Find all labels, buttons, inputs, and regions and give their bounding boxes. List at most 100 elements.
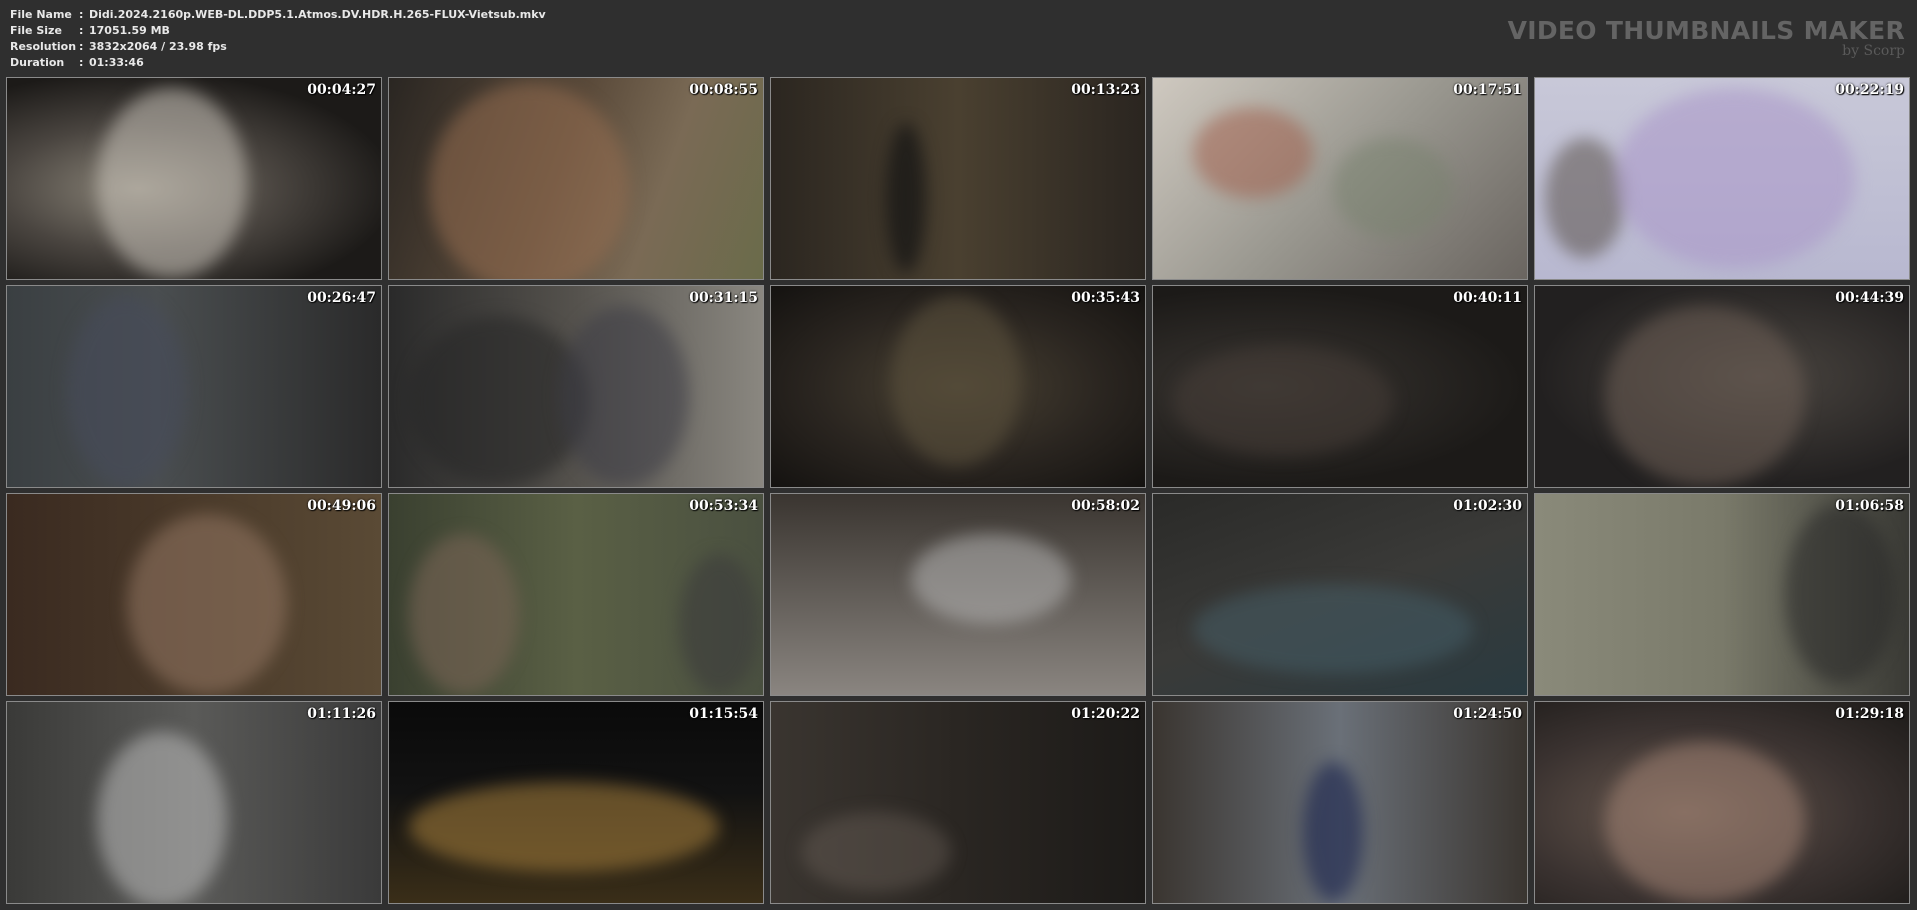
separator: : [79,24,84,37]
thumbnail-image [771,702,1145,903]
timestamp: 01:06:58 [1835,498,1904,514]
scene-shape [67,296,187,486]
scene-shape [97,732,227,903]
thumbnail-image [7,78,381,279]
thumbnail-image [1535,78,1909,279]
duration-row: Duration : 01:33:46 [10,55,546,71]
timestamp: 00:08:55 [689,82,758,98]
scene-shape [1333,138,1453,238]
separator: : [79,8,84,21]
thumbnail: 00:04:27 [6,77,382,280]
thumbnail: 00:08:55 [388,77,764,280]
thumbnail-image [1153,78,1527,279]
scene-shape [127,514,287,694]
thumbnail-image [389,494,763,695]
timestamp: 01:29:18 [1835,706,1904,722]
scene-shape [886,123,926,273]
thumbnail-image [7,494,381,695]
scene-shape [891,296,1021,466]
thumbnail-image [771,286,1145,487]
timestamp: 01:02:30 [1453,498,1522,514]
thumbnail-image [389,286,763,487]
file-name-row: File Name : Didi.2024.2160p.WEB-DL.DDP5.… [10,7,546,23]
file-name-label: File Name [10,8,72,21]
thumbnail-image [7,702,381,903]
timestamp: 00:49:06 [307,498,376,514]
thumbnail-image [771,78,1145,279]
scene-shape [1303,762,1363,902]
thumbnail-image [389,702,763,903]
scene-shape [1615,88,1855,268]
file-size-label: File Size [10,24,62,37]
scene-shape [429,83,629,279]
duration-value: 01:33:46 [89,56,144,69]
timestamp: 00:26:47 [307,290,376,306]
brand-subtitle: by Scorp [1842,43,1905,59]
file-size-row: File Size : 17051.59 MB [10,23,546,39]
scene-shape [1605,306,1805,486]
thumbnail-image [1153,286,1527,487]
timestamp: 00:53:34 [689,498,758,514]
timestamp: 01:24:50 [1453,706,1522,722]
thumbnail-image [389,78,763,279]
timestamp: 00:31:15 [689,290,758,306]
resolution-row: Resolution : 3832x2064 / 23.98 fps [10,39,546,55]
thumbnail-image [1153,494,1527,695]
thumbnail: 00:53:34 [388,493,764,696]
scene-shape [1193,108,1313,198]
brand-watermark: VIDEO THUMBNAILS MAKER by Scorp [1507,16,1905,59]
timestamp: 00:40:11 [1453,290,1522,306]
thumbnail-image [1153,702,1527,903]
timestamp: 01:11:26 [307,706,376,722]
timestamp: 00:13:23 [1071,82,1140,98]
timestamp: 00:17:51 [1453,82,1522,98]
timestamp: 00:22:19 [1835,82,1904,98]
file-name-value: Didi.2024.2160p.WEB-DL.DDP5.1.Atmos.DV.H… [89,8,546,21]
brand-title: VIDEO THUMBNAILS MAKER [1507,16,1905,45]
thumbnail: 00:26:47 [6,285,382,488]
thumbnail: 00:17:51 [1152,77,1528,280]
timestamp: 00:04:27 [307,82,376,98]
thumbnail: 00:49:06 [6,493,382,696]
scene-shape [409,782,719,872]
thumbnail: 00:58:02 [770,493,1146,696]
thumbnail-grid: 00:04:27 00:08:55 00:13:23 00:17:51 00:22:19… [6,77,1910,904]
thumbnail-image [771,494,1145,695]
thumbnail: 00:13:23 [770,77,1146,280]
thumbnail: 01:20:22 [770,701,1146,904]
resolution-label: Resolution [10,40,77,53]
timestamp: 00:35:43 [1071,290,1140,306]
separator: : [79,56,84,69]
thumbnail: 01:06:58 [1534,493,1910,696]
thumbnail: 01:02:30 [1152,493,1528,696]
thumbnail: 01:29:18 [1534,701,1910,904]
scene-shape [409,534,519,694]
thumbnail-image [1535,286,1909,487]
thumbnail: 00:40:11 [1152,285,1528,488]
thumbnail: 01:15:54 [388,701,764,904]
thumbnail: 00:44:39 [1534,285,1910,488]
timestamp: 00:58:02 [1071,498,1140,514]
thumbnail: 01:11:26 [6,701,382,904]
timestamp: 01:20:22 [1071,706,1140,722]
duration-label: Duration [10,56,65,69]
file-info: File Name : Didi.2024.2160p.WEB-DL.DDP5.… [10,7,546,71]
scene-shape [1193,584,1473,674]
thumbnail: 00:22:19 [1534,77,1910,280]
scene-shape [1605,742,1805,902]
scene-shape [1173,346,1393,456]
thumbnail-image [1535,702,1909,903]
scene-shape [679,554,759,694]
scene-shape [97,88,247,278]
scene-shape [1785,504,1895,684]
thumbnail-image [1535,494,1909,695]
thumbnail: 01:24:50 [1152,701,1528,904]
thumbnail: 00:31:15 [388,285,764,488]
scene-shape [801,812,951,892]
scene-shape [1545,138,1625,258]
file-size-value: 17051.59 MB [89,24,170,37]
scene-shape [911,534,1071,624]
thumbnail: 00:35:43 [770,285,1146,488]
timestamp: 00:44:39 [1835,290,1904,306]
timestamp: 01:15:54 [689,706,758,722]
